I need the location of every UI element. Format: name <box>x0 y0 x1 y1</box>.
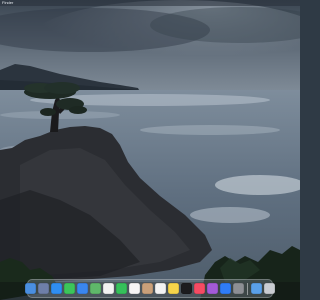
menu-bar: Finder <box>0 0 300 6</box>
mail-icon[interactable] <box>77 283 89 294</box>
tv-icon[interactable] <box>181 283 193 294</box>
wallpaper <box>0 0 300 300</box>
downloads-folder-icon[interactable] <box>250 283 262 294</box>
messages-icon[interactable] <box>64 283 76 294</box>
dock-separator <box>247 282 248 295</box>
system-settings-icon[interactable] <box>233 283 245 294</box>
menu-bar-app-name[interactable]: Finder <box>2 0 13 6</box>
music-icon[interactable] <box>194 283 206 294</box>
dock <box>25 279 275 298</box>
reminders-icon[interactable] <box>155 283 167 294</box>
contacts-icon[interactable] <box>142 283 154 294</box>
notes-icon[interactable] <box>168 283 180 294</box>
launchpad-icon[interactable] <box>38 283 50 294</box>
finder-icon[interactable] <box>25 283 37 294</box>
podcasts-icon[interactable] <box>207 283 219 294</box>
safari-icon[interactable] <box>51 283 63 294</box>
app-store-icon[interactable] <box>220 283 232 294</box>
maps-icon[interactable] <box>90 283 102 294</box>
photos-icon[interactable] <box>103 283 115 294</box>
facetime-icon[interactable] <box>116 283 128 294</box>
calendar-icon[interactable] <box>129 283 141 294</box>
desktop: Finder <box>0 0 300 300</box>
trash-icon[interactable] <box>263 283 275 294</box>
